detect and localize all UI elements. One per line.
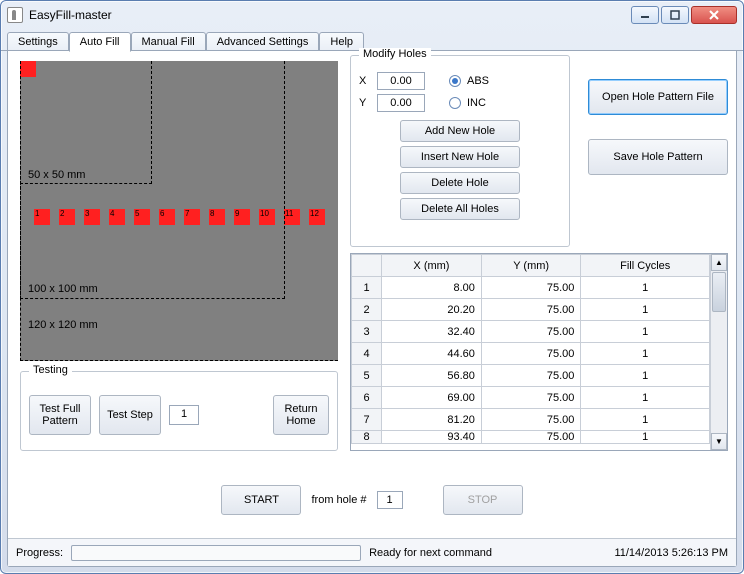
cell-y[interactable]: 75.00 (481, 365, 581, 387)
row-number: 3 (352, 321, 382, 343)
pattern-preview: 50 x 50 mm 123456789101112 100 x 100 mm … (20, 61, 338, 361)
test-step-button[interactable]: Test Step (99, 395, 161, 435)
save-hole-pattern-button[interactable]: Save Hole Pattern (588, 139, 728, 175)
maximize-button[interactable] (661, 6, 689, 24)
row-number: 5 (352, 365, 382, 387)
table-row[interactable]: 781.2075.001 (352, 409, 710, 431)
table-row[interactable]: 332.4075.001 (352, 321, 710, 343)
table-row[interactable]: 893.4075.001 (352, 431, 710, 444)
delete-all-holes-button[interactable]: Delete All Holes (400, 198, 520, 220)
tab-help[interactable]: Help (319, 32, 364, 51)
tab-advanced-settings[interactable]: Advanced Settings (206, 32, 320, 51)
cell-x[interactable]: 81.20 (382, 409, 482, 431)
add-new-hole-button[interactable]: Add New Hole (400, 120, 520, 142)
cell-fill[interactable]: 1 (581, 387, 710, 409)
tab-manual-fill[interactable]: Manual Fill (131, 32, 206, 51)
testing-group: Testing Test Full Pattern Test Step 1 Re… (20, 371, 338, 451)
scroll-thumb[interactable] (712, 272, 726, 312)
table-scrollbar[interactable]: ▲ ▼ (710, 254, 727, 450)
row-number: 4 (352, 343, 382, 365)
tab-settings[interactable]: Settings (7, 32, 69, 51)
table-header-x[interactable]: X (mm) (382, 255, 482, 277)
cell-fill[interactable]: 1 (581, 343, 710, 365)
test-step-value-input[interactable]: 1 (169, 405, 199, 425)
scroll-down-button[interactable]: ▼ (711, 433, 727, 450)
cell-fill[interactable]: 1 (581, 299, 710, 321)
close-button[interactable] (691, 6, 737, 24)
row-number: 8 (352, 431, 382, 444)
table-header-fill[interactable]: Fill Cycles (581, 255, 710, 277)
test-full-pattern-button[interactable]: Test Full Pattern (29, 395, 91, 435)
app-icon (7, 7, 23, 23)
cell-y[interactable]: 75.00 (481, 387, 581, 409)
cell-x[interactable]: 93.40 (382, 431, 482, 444)
inc-radio[interactable] (449, 97, 461, 109)
modify-legend: Modify Holes (359, 48, 431, 60)
status-bar: Progress: Ready for next command 11/14/2… (8, 538, 736, 566)
row-number: 6 (352, 387, 382, 409)
cell-x[interactable]: 20.20 (382, 299, 482, 321)
cell-y[interactable]: 75.00 (481, 343, 581, 365)
cell-fill[interactable]: 1 (581, 365, 710, 387)
cell-y[interactable]: 75.00 (481, 321, 581, 343)
table-row[interactable]: 220.2075.001 (352, 299, 710, 321)
from-hole-label: from hole # (311, 494, 366, 506)
insert-new-hole-button[interactable]: Insert New Hole (400, 146, 520, 168)
cell-y[interactable]: 75.00 (481, 431, 581, 444)
testing-legend: Testing (29, 364, 72, 376)
row-number: 2 (352, 299, 382, 321)
modify-holes-group: Modify Holes X 0.00 ABS Y 0.00 INC Add N… (350, 55, 570, 247)
table-row[interactable]: 556.8075.001 (352, 365, 710, 387)
cell-x[interactable]: 56.80 (382, 365, 482, 387)
cell-fill[interactable]: 1 (581, 277, 710, 299)
guide-120 (20, 61, 338, 361)
x-input[interactable]: 0.00 (377, 72, 425, 90)
progress-label: Progress: (16, 547, 63, 559)
minimize-button[interactable] (631, 6, 659, 24)
abs-label: ABS (467, 75, 489, 87)
window-title: EasyFill-master (29, 8, 631, 22)
cell-x[interactable]: 32.40 (382, 321, 482, 343)
cell-x[interactable]: 44.60 (382, 343, 482, 365)
row-number: 7 (352, 409, 382, 431)
x-label: X (359, 75, 371, 87)
cell-y[interactable]: 75.00 (481, 409, 581, 431)
table-row[interactable]: 18.0075.001 (352, 277, 710, 299)
stop-button[interactable]: STOP (443, 485, 523, 515)
delete-hole-button[interactable]: Delete Hole (400, 172, 520, 194)
y-label: Y (359, 97, 371, 109)
cell-y[interactable]: 75.00 (481, 299, 581, 321)
table-header-row (352, 255, 382, 277)
tab-auto-fill[interactable]: Auto Fill (69, 32, 131, 52)
progress-bar (71, 545, 361, 561)
cell-fill[interactable]: 1 (581, 321, 710, 343)
status-message: Ready for next command (369, 547, 492, 559)
start-button[interactable]: START (221, 485, 301, 515)
cell-x[interactable]: 69.00 (382, 387, 482, 409)
holes-table[interactable]: X (mm) Y (mm) Fill Cycles 18.0075.001220… (350, 253, 728, 451)
from-hole-input[interactable]: 1 (377, 491, 403, 509)
scroll-up-button[interactable]: ▲ (711, 254, 727, 271)
cell-x[interactable]: 8.00 (382, 277, 482, 299)
titlebar: EasyFill-master (1, 1, 743, 29)
table-row[interactable]: 444.6075.001 (352, 343, 710, 365)
cell-fill[interactable]: 1 (581, 431, 710, 444)
scroll-track[interactable] (711, 313, 727, 433)
content-area: 50 x 50 mm 123456789101112 100 x 100 mm … (7, 51, 737, 567)
size-label-120: 120 x 120 mm (28, 319, 98, 331)
status-timestamp: 11/14/2013 5:26:13 PM (614, 547, 728, 559)
abs-radio[interactable] (449, 75, 461, 87)
open-hole-pattern-button[interactable]: Open Hole Pattern File (588, 79, 728, 115)
row-number: 1 (352, 277, 382, 299)
run-bar: START from hole # 1 STOP (8, 480, 736, 520)
table-row[interactable]: 669.0075.001 (352, 387, 710, 409)
inc-label: INC (467, 97, 486, 109)
cell-fill[interactable]: 1 (581, 409, 710, 431)
y-input[interactable]: 0.00 (377, 94, 425, 112)
return-home-button[interactable]: Return Home (273, 395, 329, 435)
cell-y[interactable]: 75.00 (481, 277, 581, 299)
table-header-y[interactable]: Y (mm) (481, 255, 581, 277)
